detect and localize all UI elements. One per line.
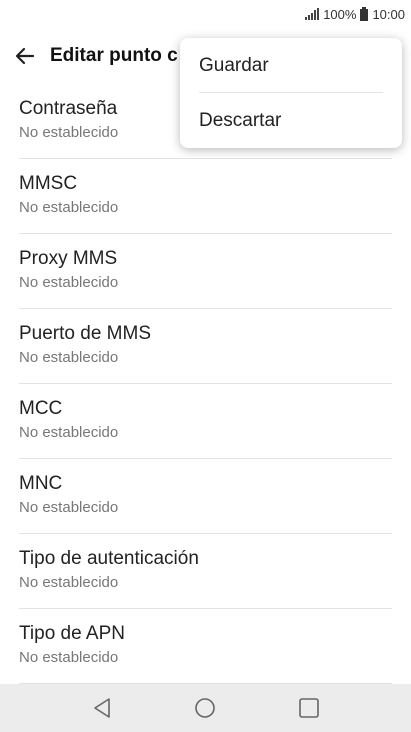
navigation-bar [0,684,411,732]
back-arrow-icon[interactable] [10,41,40,71]
setting-row-tipo-autenticacion[interactable]: Tipo de autenticación No establecido [0,534,411,609]
page-title: Editar punto c [50,45,178,66]
setting-title: Tipo de autenticación [19,548,199,569]
signal-icon [305,8,320,20]
setting-row-mnc[interactable]: MNC No establecido [0,459,411,534]
square-recents-icon[interactable] [289,688,329,728]
setting-value: No establecido [19,199,119,216]
battery-icon [360,7,369,21]
menu-item-descartar[interactable]: Descartar [180,93,402,148]
status-bar: 100% 10:00 [0,0,411,28]
setting-title: MMSC [19,173,78,194]
setting-title: MNC [19,473,63,494]
setting-row-proxy-mms[interactable]: Proxy MMS No establecido [0,234,411,309]
setting-title: Tipo de APN [19,623,125,644]
setting-title: Proxy MMS [19,248,118,269]
triangle-back-icon[interactable] [82,688,122,728]
setting-value: No establecido [19,274,119,291]
setting-title: MCC [19,398,63,419]
setting-row-tipo-apn[interactable]: Tipo de APN No establecido [0,609,411,684]
menu-item-guardar[interactable]: Guardar [180,38,402,93]
setting-value: No establecido [19,649,119,666]
setting-title: Puerto de MMS [19,323,151,344]
setting-row-puerto-mms[interactable]: Puerto de MMS No establecido [0,309,411,384]
overflow-menu: Guardar Descartar [180,38,402,148]
setting-value: No establecido [19,349,119,366]
settings-list: Contraseña No establecido MMSC No establ… [0,84,411,684]
setting-value: No establecido [19,574,119,591]
battery-percent: 100% [323,6,357,22]
setting-value: No establecido [19,499,119,516]
setting-row-mcc[interactable]: MCC No establecido [0,384,411,459]
setting-value: No establecido [19,424,119,441]
setting-row-mmsc[interactable]: MMSC No establecido [0,159,411,234]
clock: 10:00 [372,6,405,22]
circle-home-icon[interactable] [185,688,225,728]
